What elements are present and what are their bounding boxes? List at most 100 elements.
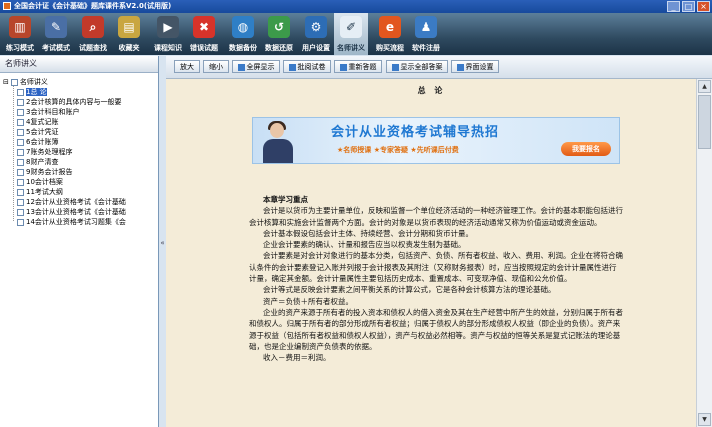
paragraph: 收入－费用＝利润。 [263,353,331,363]
tree-item[interactable]: 12会计从业资格考试《会计基础 [0,197,158,207]
tree-root[interactable]: ⊟ 名师讲义 [0,77,158,87]
page-icon [17,148,24,156]
page-icon [17,88,24,96]
page-icon [17,138,24,146]
restore-icon: ↺ [268,16,290,38]
zoom-in-button[interactable]: 放大 [174,60,200,73]
banner-subtitle: ★名师授课 ★专家答疑 ★先听课后付费 [337,146,459,154]
page-icon [17,118,24,126]
left-panel: 名师讲义 ⊟ 名师讲义 1总 论 2会计核算的具体内容与一般要 3会计科目和账户 … [0,56,159,427]
tree-item[interactable]: 11考试大纲 [0,187,158,197]
main-toolbar: ▥ 练习模式 ✎ 考试模式 ⌕ 试题查找 ▤ 收藏夹 ▶ 课程知识 ✖ 错误试题 ◍ 数据备份… [0,13,712,55]
show-answers-button[interactable]: 显示全部答案 [386,60,448,73]
tree-item[interactable]: 13会计从业资格考试《会计基础 [0,207,158,217]
tree-item[interactable]: 14会计从业资格考试习题集《会 [0,217,158,227]
paragraph: 会计等式是反映会计要素之间平衡关系的计算公式，它是各种会计核算方法的理论基础。 [263,285,556,295]
content-toolbar: 放大 缩小 全屏显示 批阅试卷 重新答题 显示全部答案 界面设置 [166,56,712,79]
window-title: 全国会计证《会计基础》题库课件系V2.0(试用版) [14,2,172,10]
page-icon [17,108,24,116]
error-icon: ✖ [193,16,215,38]
document-view: 总 论 会计从业资格考试辅导热招 ★名师授课 ★专家答疑 ★先听课后付费 我要报… [166,79,697,427]
tree-item[interactable]: 2会计核算的具体内容与一般要 [0,97,158,107]
page-icon [17,178,24,186]
vertical-scrollbar[interactable]: ▲ ▼ [696,79,712,427]
section-heading: 本章学习重点 [263,195,308,204]
paragraph: 会计要素是对会计对象进行的基本分类，包括资产、负债、所有者权益、收入、费用、利润… [249,251,623,284]
app-icon [3,2,11,10]
grade-paper-button[interactable]: 批阅试卷 [283,60,331,73]
books-icon: ▥ [9,16,31,38]
title-bar: 全国会计证《会计基础》题库课件系V2.0(试用版) _ □ × [0,0,712,13]
toolbar-search-questions[interactable]: ⌕ 试题查找 [76,13,110,55]
content-area: 放大 缩小 全屏显示 批阅试卷 重新答题 显示全部答案 界面设置 总 论 会计从… [166,56,712,427]
tree-item[interactable]: 9财务会计报告 [0,167,158,177]
collapse-icon[interactable]: ⊟ [3,78,9,86]
toolbar-register[interactable]: ♟ 软件注册 [409,13,443,55]
toolbar-user-settings[interactable]: ⚙ 用户设置 [299,13,333,55]
tree-item[interactable]: 5会计凭证 [0,127,158,137]
maximize-button[interactable]: □ [682,1,695,12]
book-icon [10,78,18,86]
page-icon [17,218,24,226]
toolbar-favorites[interactable]: ▤ 收藏夹 [112,13,146,55]
page-icon [17,188,24,196]
scroll-up-icon[interactable]: ▲ [698,80,711,93]
person-photo [257,120,299,163]
fullscreen-button[interactable]: 全屏显示 [232,60,280,73]
toolbar-practice-mode[interactable]: ▥ 练习模式 [3,13,37,55]
settings-icon [456,63,464,71]
page-icon [17,168,24,176]
notes-icon: ✐ [340,16,362,38]
tree-item[interactable]: 8财产清查 [0,157,158,167]
paragraph: 资产＝负债＋所有者权益。 [263,296,353,306]
register-now-button[interactable]: 我要报名 [561,142,611,156]
answers-icon [391,63,399,71]
page-icon [17,208,24,216]
paragraph: 企业会计要素的确认、计量和报告应当以权责发生制为基础。 [263,240,466,250]
tree-item[interactable]: 4复式记账 [0,117,158,127]
search-icon: ⌕ [82,16,104,38]
user-settings-icon: ⚙ [305,16,327,38]
grade-icon [288,63,296,71]
exam-paper-icon: ✎ [45,16,67,38]
page-icon [17,198,24,206]
toolbar-backup[interactable]: ◍ 数据备份 [226,13,260,55]
close-button[interactable]: × [697,1,710,12]
paragraph: 企业的资产来源于所有者的投入资本和债权人的借入资金及其在生产经营中所产生的效益，… [249,307,623,351]
left-panel-header: 名师讲义 [0,56,158,73]
scroll-thumb[interactable] [698,95,711,149]
toolbar-teacher-notes[interactable]: ✐ 名师讲义 [334,13,368,55]
tree-item[interactable]: 7账务处理程序 [0,147,158,157]
toolbar-wrong-questions[interactable]: ✖ 错误试题 [187,13,221,55]
toolbar-purchase[interactable]: e 购买流程 [373,13,407,55]
toolbar-restore[interactable]: ↺ 数据还原 [262,13,296,55]
tree-item[interactable]: 3会计科目和账户 [0,107,158,117]
paragraph: 会计基本假设包括会计主体、持续经营、会计分期和货币计量。 [263,228,473,238]
scroll-down-icon[interactable]: ▼ [698,413,711,426]
reanswer-button[interactable]: 重新答题 [334,60,382,73]
fullscreen-icon [237,63,245,71]
reanswer-icon [339,63,347,71]
banner-title: 会计从业资格考试辅导热招 [331,125,500,140]
document-title: 总 论 [417,86,446,95]
window-controls: _ □ × [667,1,710,12]
zoom-out-button[interactable]: 缩小 [203,60,229,73]
page-icon [17,98,24,106]
interface-settings-button[interactable]: 界面设置 [451,60,499,73]
browser-e-icon: e [379,16,401,38]
document-body: 本章学习重点 会计是以货币为主要计量单位，反映和监督一个单位经济活动的一种经济管… [249,194,623,363]
tree-item[interactable]: 6会计账簿 [0,137,158,147]
page-icon [17,158,24,166]
video-icon: ▶ [157,16,179,38]
panel-splitter[interactable]: « [159,56,166,427]
folder-icon: ▤ [118,16,140,38]
minimize-button[interactable]: _ [667,1,680,12]
toolbar-course[interactable]: ▶ 课程知识 [151,13,185,55]
toolbar-exam-mode[interactable]: ✎ 考试模式 [39,13,73,55]
tree-item[interactable]: 10会计档案 [0,177,158,187]
paragraph: 会计是以货币为主要计量单位，反映和监督一个单位经济活动的一种经济管理工作。会计的… [249,206,623,227]
chapter-tree: ⊟ 名师讲义 1总 论 2会计核算的具体内容与一般要 3会计科目和账户 4复式记账… [0,73,158,227]
ad-banner[interactable]: 会计从业资格考试辅导热招 ★名师授课 ★专家答疑 ★先听课后付费 我要报名 [252,117,620,164]
tree-item[interactable]: 1总 论 [0,87,158,97]
collapse-arrow-icon[interactable]: « [159,239,166,247]
